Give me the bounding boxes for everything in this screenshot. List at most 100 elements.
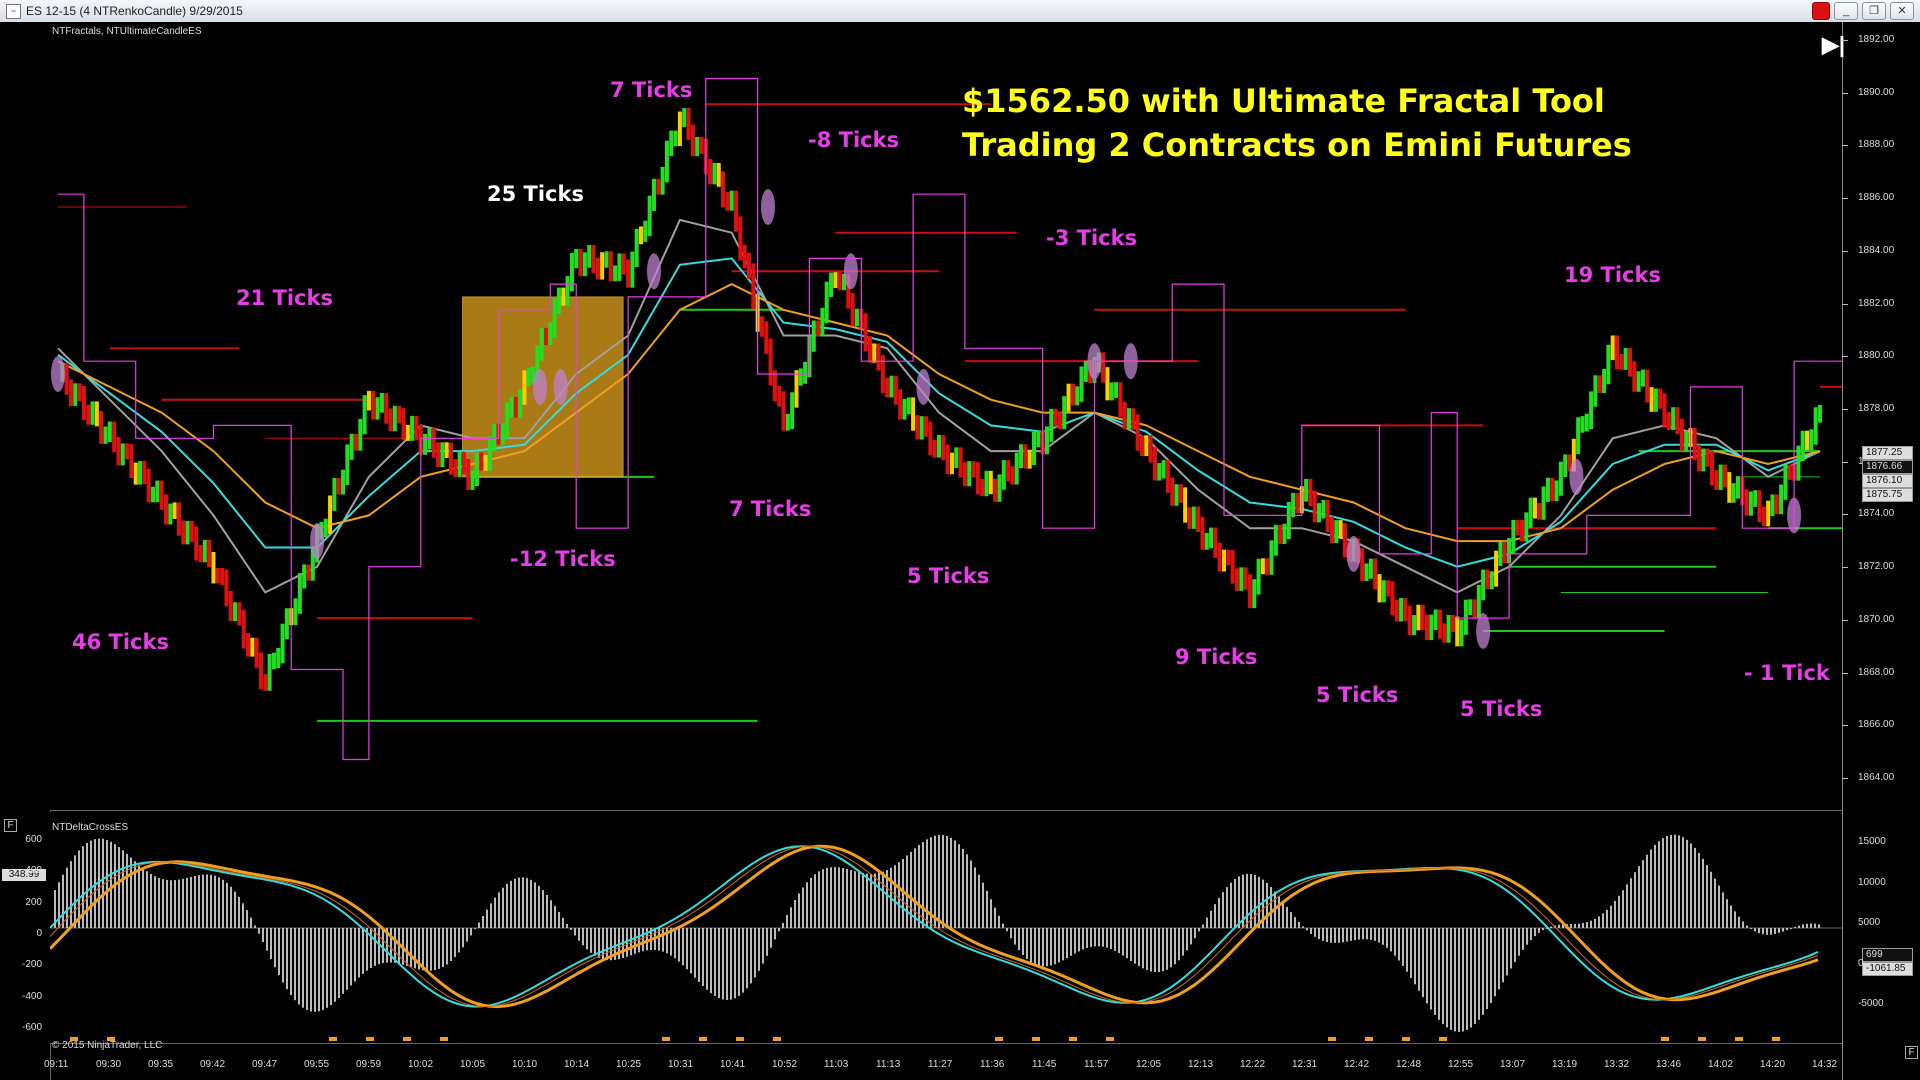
go-to-end-icon[interactable]: ▶| xyxy=(1822,32,1845,58)
price-bar xyxy=(898,389,903,420)
price-bar xyxy=(1295,492,1300,514)
time-tick-label: 11:57 xyxy=(1084,1059,1109,1070)
histogram-bar xyxy=(1526,928,1528,945)
minimize-button[interactable]: _ xyxy=(1834,2,1858,20)
histogram-bar xyxy=(1462,928,1464,1032)
price-bar xyxy=(928,421,933,456)
f-icon-bottom[interactable]: F xyxy=(1905,1046,1918,1059)
f-icon[interactable]: F xyxy=(4,819,17,832)
price-axis[interactable] xyxy=(1842,22,1920,1080)
indicator-panel[interactable] xyxy=(50,812,1842,1044)
histogram-bar xyxy=(1710,871,1712,928)
histogram-bar xyxy=(334,928,336,1002)
price-bar xyxy=(1023,444,1028,469)
histogram-bar xyxy=(814,874,816,928)
price-bar xyxy=(924,416,929,437)
price-bar xyxy=(1304,478,1309,502)
close-button[interactable]: ✕ xyxy=(1890,2,1914,20)
price-bar xyxy=(1200,516,1205,550)
signal-oval xyxy=(916,368,931,405)
histogram-bar xyxy=(1370,928,1372,940)
histogram-bar xyxy=(1126,928,1128,959)
price-bar xyxy=(77,383,82,402)
time-tick-label: 10:52 xyxy=(772,1059,798,1070)
histogram-bar xyxy=(1606,909,1608,928)
histogram-bar xyxy=(1758,928,1760,934)
histogram-bar xyxy=(1806,923,1808,928)
histogram-bar xyxy=(1506,928,1508,976)
histogram-bar xyxy=(594,928,596,956)
price-bar xyxy=(958,447,963,478)
price-bar xyxy=(906,397,911,415)
histogram-bar xyxy=(310,928,312,1012)
signal-marker xyxy=(1106,1037,1114,1041)
annotation-minus-8-ticks: -8 Ticks xyxy=(808,128,900,152)
price-bar xyxy=(682,107,687,127)
price-bar xyxy=(1589,391,1594,430)
indicator-tag-2: -1061.85 xyxy=(1862,962,1913,976)
indicator-svg[interactable] xyxy=(50,812,1842,1043)
histogram-bar xyxy=(118,847,120,928)
histogram-bar xyxy=(882,871,884,928)
price-bar xyxy=(1757,490,1762,523)
price-bar xyxy=(73,383,78,407)
restore-button[interactable]: ❐ xyxy=(1862,2,1886,20)
histogram-bar xyxy=(1198,928,1200,932)
histogram-bar xyxy=(1626,884,1628,928)
time-tick-label: 10:05 xyxy=(460,1059,486,1070)
price-tick-mark xyxy=(1842,461,1848,463)
histogram-bar xyxy=(1186,928,1188,951)
histogram-bar xyxy=(730,928,732,1000)
histogram-bar xyxy=(590,928,592,953)
histogram-bar xyxy=(998,915,1000,928)
histogram-bar xyxy=(470,928,472,936)
price-bar xyxy=(133,462,138,485)
time-tick-label: 09:59 xyxy=(356,1059,382,1070)
histogram-bar xyxy=(686,928,688,970)
price-bar xyxy=(1312,490,1317,523)
price-bar xyxy=(207,539,212,568)
price-bar xyxy=(1809,429,1814,451)
histogram-bar xyxy=(434,928,436,971)
price-bar xyxy=(1139,435,1144,457)
histogram-bar xyxy=(1790,928,1792,929)
histogram-bar xyxy=(526,878,528,928)
signal-marker xyxy=(329,1037,337,1041)
price-bar xyxy=(613,265,618,282)
price-bar xyxy=(1066,383,1071,412)
price-bar xyxy=(949,452,954,475)
histogram-bar xyxy=(1194,928,1196,939)
price-bar xyxy=(375,397,380,420)
price-bar xyxy=(366,390,371,411)
histogram-bar xyxy=(174,880,176,928)
alert-button[interactable] xyxy=(1812,2,1830,20)
price-bar xyxy=(1576,417,1581,455)
price-bar xyxy=(798,368,803,386)
price-bar xyxy=(345,444,350,486)
signal-marker xyxy=(1402,1037,1410,1041)
price-bar xyxy=(980,478,985,497)
histogram-bar xyxy=(706,928,708,990)
histogram-bar xyxy=(1794,926,1796,928)
histogram-bar xyxy=(1634,872,1636,928)
price-bar xyxy=(1083,360,1088,382)
signal-oval xyxy=(1346,535,1361,572)
signal-marker xyxy=(699,1037,707,1041)
histogram-bar xyxy=(798,893,800,928)
annotation-5-ticks-b: 5 Ticks xyxy=(1316,683,1399,707)
price-bar xyxy=(1537,503,1542,520)
time-tick-label: 11:27 xyxy=(928,1059,953,1070)
price-bar xyxy=(1455,616,1460,647)
price-bar xyxy=(1472,599,1477,618)
price-bar xyxy=(1554,480,1559,502)
left-gutter xyxy=(0,22,51,1080)
histogram-bar xyxy=(1026,928,1028,959)
price-bar xyxy=(889,375,894,398)
price-tag-3: 1876.10 xyxy=(1862,474,1913,488)
price-bar xyxy=(1692,428,1697,461)
price-bar xyxy=(90,401,95,425)
price-bar xyxy=(267,653,272,691)
price-bar xyxy=(1053,408,1058,427)
price-bar xyxy=(1109,382,1114,401)
histogram-bar xyxy=(1114,928,1116,951)
